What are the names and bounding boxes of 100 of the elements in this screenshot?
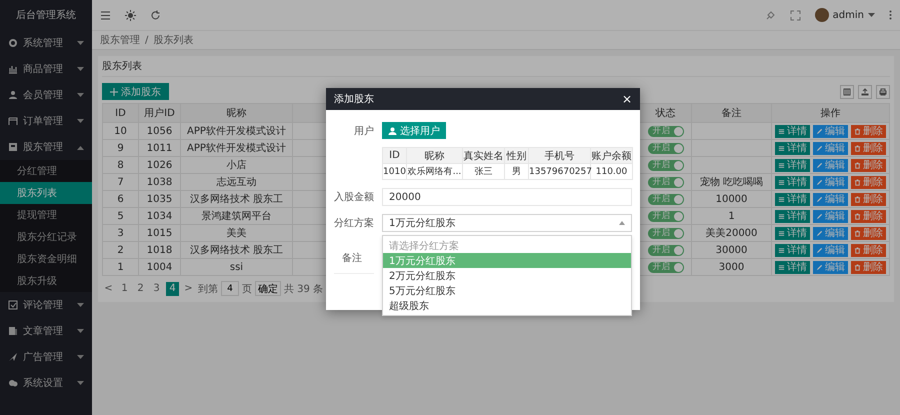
sidebar-item[interactable]: 评论管理 [0, 292, 92, 318]
pencil-icon [816, 264, 823, 270]
page-button[interactable]: 3 [150, 282, 163, 296]
list-icon [778, 178, 785, 186]
detail-button[interactable]: 详情 [775, 192, 810, 206]
more-icon[interactable] [889, 10, 892, 20]
status-switch[interactable]: 开启 [648, 228, 684, 239]
detail-button[interactable]: 详情 [775, 124, 810, 138]
sidebar-item[interactable]: 广告管理 [0, 344, 92, 370]
status-switch[interactable]: 开启 [648, 262, 684, 273]
refresh-icon[interactable] [150, 10, 161, 20]
edit-button[interactable]: 编辑 [813, 260, 848, 274]
fullscreen-icon[interactable] [790, 10, 801, 20]
field-label: 入股金额 [334, 190, 374, 204]
edit-button[interactable]: 编辑 [813, 226, 848, 240]
sun-icon[interactable] [125, 10, 136, 20]
sidebar-item[interactable]: 股东管理 [0, 134, 92, 160]
sidebar-item[interactable]: 商品管理 [0, 56, 92, 82]
edit-button[interactable]: 编辑 [813, 158, 848, 172]
page-button[interactable]: 1 [118, 282, 131, 296]
status-switch[interactable]: 开启 [648, 210, 684, 222]
status-switch[interactable]: 开启 [648, 142, 684, 154]
sidebar-subitem[interactable]: 股东升级 [0, 270, 92, 292]
column-header: 昵称 [180, 104, 292, 122]
breadcrumb-item[interactable]: 股东列表 [153, 33, 194, 47]
add-button[interactable]: 添加股东 [102, 83, 169, 100]
sidebar-item[interactable]: 系统管理 [0, 30, 92, 56]
menu-item-icon [8, 326, 18, 336]
detail-button[interactable]: 详情 [775, 210, 810, 222]
edit-button[interactable]: 编辑 [813, 142, 848, 154]
status-switch[interactable]: 开启 [648, 160, 684, 171]
dropdown-option[interactable]: 2万元分红股东 [383, 268, 631, 283]
user-name[interactable]: admin [832, 10, 864, 20]
detail-button[interactable]: 详情 [775, 142, 810, 154]
sidebar-subitem[interactable]: 股东分红记录 [0, 226, 92, 248]
page-button[interactable]: 2 [134, 282, 147, 296]
print-button[interactable] [876, 84, 890, 98]
pencil-icon [816, 162, 823, 168]
edit-button[interactable]: 编辑 [813, 192, 848, 206]
delete-button[interactable]: 删除 [851, 142, 886, 154]
trash-icon [854, 246, 861, 254]
columns-button[interactable] [840, 84, 854, 98]
table-cell: 美美 [180, 224, 292, 242]
menu-icon[interactable] [100, 10, 111, 20]
caret-icon [77, 92, 84, 98]
detail-button[interactable]: 详情 [775, 158, 810, 172]
dropdown-option[interactable]: 超级股东 [383, 298, 631, 313]
dropdown-option[interactable]: 5万元分红股东 [383, 283, 631, 298]
sidebar-item[interactable]: 会员管理 [0, 82, 92, 108]
detail-button[interactable]: 详情 [775, 226, 810, 240]
plan-select[interactable]: 1万元分红股东 [382, 214, 632, 232]
export-button[interactable] [858, 84, 872, 98]
delete-button[interactable]: 删除 [851, 226, 886, 240]
edit-button[interactable]: 编辑 [813, 176, 848, 188]
select-user-button[interactable]: 选择用户 [382, 122, 446, 139]
close-button[interactable]: × [622, 92, 632, 106]
delete-button[interactable]: 删除 [851, 260, 886, 274]
sidebar-subitem[interactable]: 股东资金明细 [0, 248, 92, 270]
detail-button[interactable]: 详情 [775, 260, 810, 274]
confirm-button[interactable]: 确定 [255, 281, 281, 296]
delete-button[interactable]: 删除 [851, 192, 886, 206]
next-page-button[interactable]: > [182, 282, 195, 296]
delete-button[interactable]: 删除 [851, 158, 886, 172]
page-input[interactable]: 4 [221, 281, 239, 296]
status-switch[interactable]: 开启 [648, 126, 684, 137]
column-header: 用户ID [138, 104, 180, 122]
delete-button[interactable]: 删除 [851, 210, 886, 222]
delete-button[interactable]: 删除 [851, 124, 886, 138]
table-cell: 汉多网络技术 股东工 [180, 242, 292, 258]
amount-input[interactable]: 20000 [382, 188, 632, 206]
sidebar-item[interactable]: 系统设置 [0, 370, 92, 396]
print-icon [879, 88, 887, 96]
table-cell: 1038 [138, 174, 180, 190]
sidebar-subitem[interactable]: 分红管理 [0, 160, 92, 182]
detail-button[interactable]: 详情 [775, 176, 810, 188]
prev-page-button[interactable]: < [102, 282, 115, 296]
dropdown-option[interactable]: 请选择分红方案 [383, 238, 631, 253]
sidebar-item[interactable]: 文章管理 [0, 318, 92, 344]
pencil-icon [816, 230, 823, 236]
sidebar-subitem[interactable]: 提现管理 [0, 204, 92, 226]
edit-button[interactable]: 编辑 [813, 244, 848, 256]
status-switch[interactable]: 开启 [648, 176, 684, 188]
page-button[interactable]: 4 [166, 282, 179, 296]
detail-button[interactable]: 详情 [775, 244, 810, 256]
delete-button[interactable]: 删除 [851, 176, 886, 188]
caret-icon [77, 328, 84, 334]
user-avatar[interactable] [814, 8, 829, 22]
caret-icon[interactable] [868, 12, 875, 18]
delete-button[interactable]: 删除 [851, 244, 886, 256]
dropdown-option[interactable]: 1万元分红股东 [383, 253, 631, 268]
status-switch[interactable]: 开启 [648, 194, 684, 205]
breadcrumb-item[interactable]: 股东管理 [100, 33, 140, 47]
edit-button[interactable]: 编辑 [813, 210, 848, 222]
status-switch[interactable]: 开启 [648, 244, 684, 256]
columns-icon [843, 88, 851, 96]
caret-icon [77, 380, 84, 386]
trash-icon [854, 212, 861, 220]
sidebar-subitem[interactable]: 股东列表 [0, 182, 92, 204]
edit-button[interactable]: 编辑 [813, 124, 848, 138]
sidebar-item[interactable]: 订单管理 [0, 108, 92, 134]
